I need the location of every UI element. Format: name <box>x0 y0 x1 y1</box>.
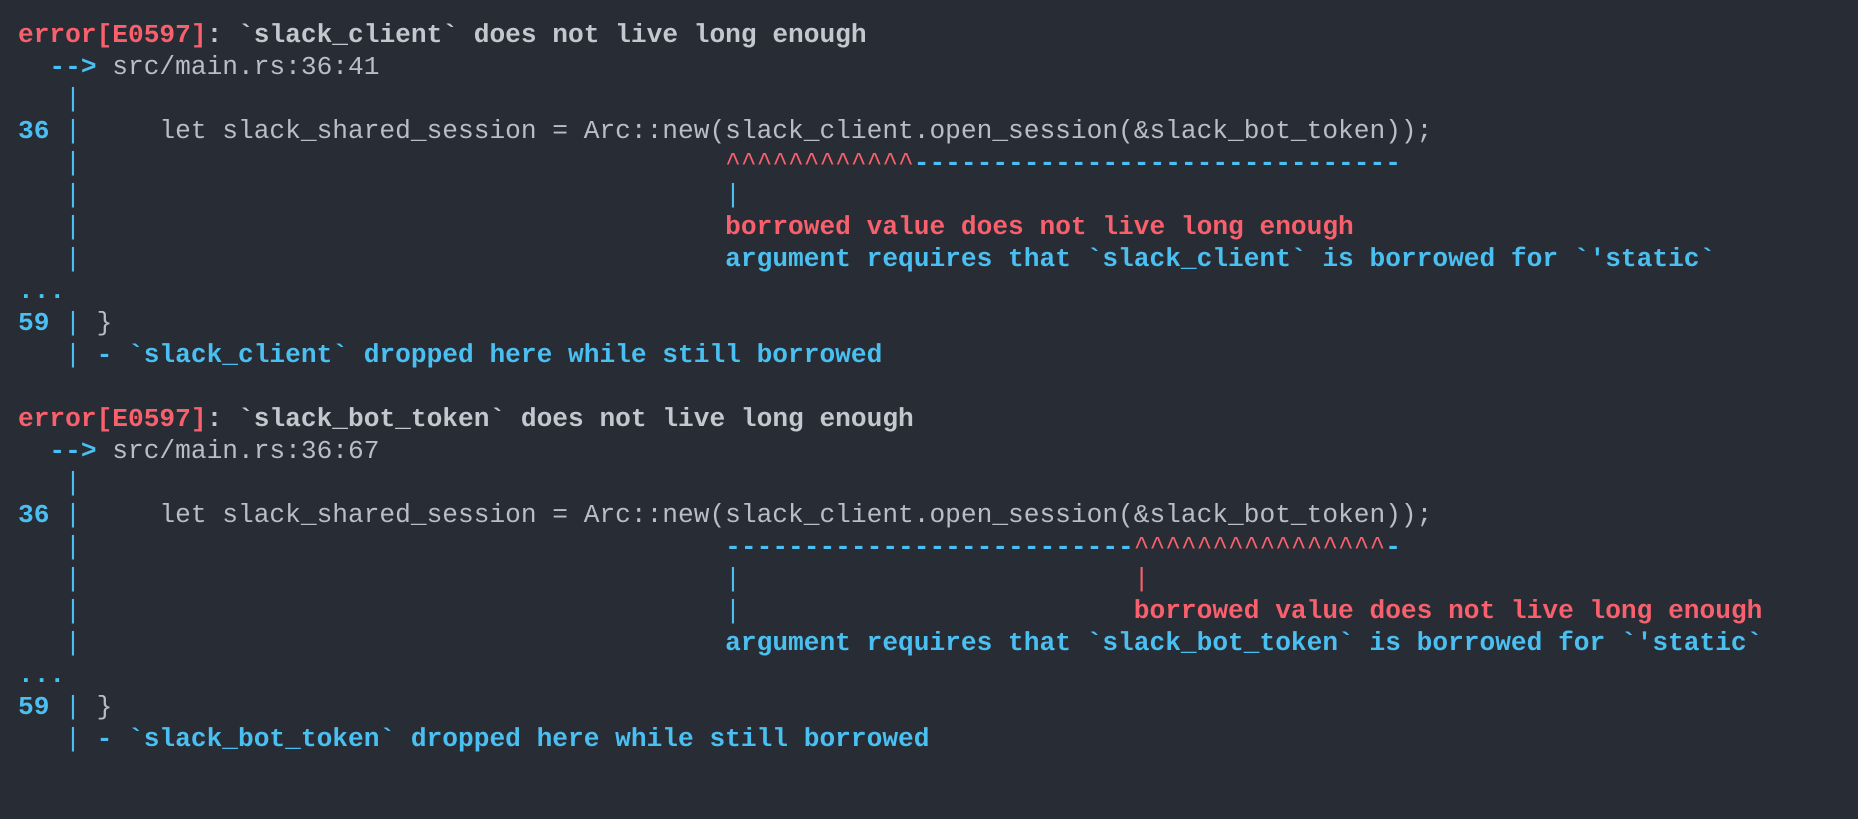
ellipsis: ... <box>18 660 66 690</box>
label-connector-line: | | | <box>18 563 1848 595</box>
primary-label-line: | borrowed value does not live long enou… <box>18 211 1848 243</box>
gutter-pipe: | <box>65 692 81 722</box>
marker-line: | ^^^^^^^^^^^^ -------------------------… <box>18 147 1848 179</box>
primary-marker: ^^^^^^^^^^^^^^^^ <box>1133 532 1386 562</box>
arrow-icon: --> <box>49 52 97 82</box>
error-message: : `slack_client` does not live long enou… <box>206 20 867 50</box>
secondary-label: argument requires that `slack_bot_token`… <box>725 628 1763 658</box>
secondary-marker: ------------------------------- <box>913 148 1401 178</box>
secondary-connector: | <box>725 564 741 594</box>
gutter-pipe: | <box>65 724 81 754</box>
secondary-label-line: | argument requires that `slack_client` … <box>18 243 1848 275</box>
gutter-pipe: | <box>65 468 81 498</box>
error-location: --> src/main.rs:36:41 <box>18 51 1848 83</box>
line-number: 59 <box>18 692 50 722</box>
error-header: error[E0597] : `slack_bot_token` does no… <box>18 403 1848 435</box>
secondary-marker-end: - <box>1385 532 1401 562</box>
gutter-pipe: | <box>65 212 81 242</box>
ellipsis: ... <box>18 276 66 306</box>
error-message: : `slack_bot_token` does not live long e… <box>206 404 914 434</box>
primary-label-line: | | borrowed value does not live long en… <box>18 595 1848 627</box>
gutter-pipe: | <box>65 308 81 338</box>
arrow-icon: --> <box>49 436 97 466</box>
secondary-label: argument requires that `slack_client` is… <box>725 244 1716 274</box>
error-header: error[E0597] : `slack_client` does not l… <box>18 19 1848 51</box>
error-code: error[E0597] <box>18 404 207 434</box>
location-link[interactable]: src/main.rs:36:67 <box>112 435 379 467</box>
secondary-label-line: | argument requires that `slack_bot_toke… <box>18 627 1848 659</box>
primary-label: borrowed value does not live long enough <box>725 212 1354 242</box>
gutter-pipe: | <box>65 532 81 562</box>
label-connector: | <box>725 180 741 210</box>
line-number: 36 <box>18 500 50 530</box>
dropped-label: - `slack_client` dropped here while stil… <box>96 340 883 370</box>
gutter-line: | <box>18 83 1848 115</box>
source-line: 36 | let slack_shared_session = Arc::new… <box>18 499 1848 531</box>
error-code: error[E0597] <box>18 20 207 50</box>
gutter-pipe: | <box>65 244 81 274</box>
gutter-pipe: | <box>65 596 81 626</box>
gutter-pipe: | <box>65 564 81 594</box>
gutter-pipe: | <box>65 84 81 114</box>
ellipsis-line: ... <box>18 275 1848 307</box>
ellipsis-line: ... <box>18 659 1848 691</box>
line-number: 36 <box>18 116 50 146</box>
marker-line: | -------------------------- ^^^^^^^^^^^… <box>18 531 1848 563</box>
dropped-label: - `slack_bot_token` dropped here while s… <box>96 724 930 754</box>
source-code: } <box>80 692 113 722</box>
primary-label: borrowed value does not live long enough <box>1133 596 1763 626</box>
gutter-line: | <box>18 467 1848 499</box>
secondary-connector: | <box>725 596 741 626</box>
gutter-pipe: | <box>65 340 81 370</box>
gutter-pipe: | <box>65 180 81 210</box>
primary-marker: ^^^^^^^^^^^^ <box>725 148 914 178</box>
source-code: } <box>80 308 113 338</box>
label-connector-line: | | <box>18 179 1848 211</box>
dropped-line: | - `slack_bot_token` dropped here while… <box>18 723 1848 755</box>
secondary-marker: -------------------------- <box>725 532 1134 562</box>
source-line: 36 | let slack_shared_session = Arc::new… <box>18 115 1848 147</box>
source-code: let slack_shared_session = Arc::new(slac… <box>96 116 1433 146</box>
end-source-line: 59 | } <box>18 307 1848 339</box>
gutter-pipe: | <box>65 500 81 530</box>
gutter-pipe: | <box>65 628 81 658</box>
location-link[interactable]: src/main.rs:36:41 <box>112 51 379 83</box>
end-source-line: 59 | } <box>18 691 1848 723</box>
error-location: --> src/main.rs:36:67 <box>18 435 1848 467</box>
gutter-pipe: | <box>65 116 81 146</box>
source-code: let slack_shared_session = Arc::new(slac… <box>96 500 1433 530</box>
gutter-pipe: | <box>65 148 81 178</box>
dropped-line: | - `slack_client` dropped here while st… <box>18 339 1848 371</box>
primary-connector: | <box>1133 564 1150 594</box>
line-number: 59 <box>18 308 50 338</box>
